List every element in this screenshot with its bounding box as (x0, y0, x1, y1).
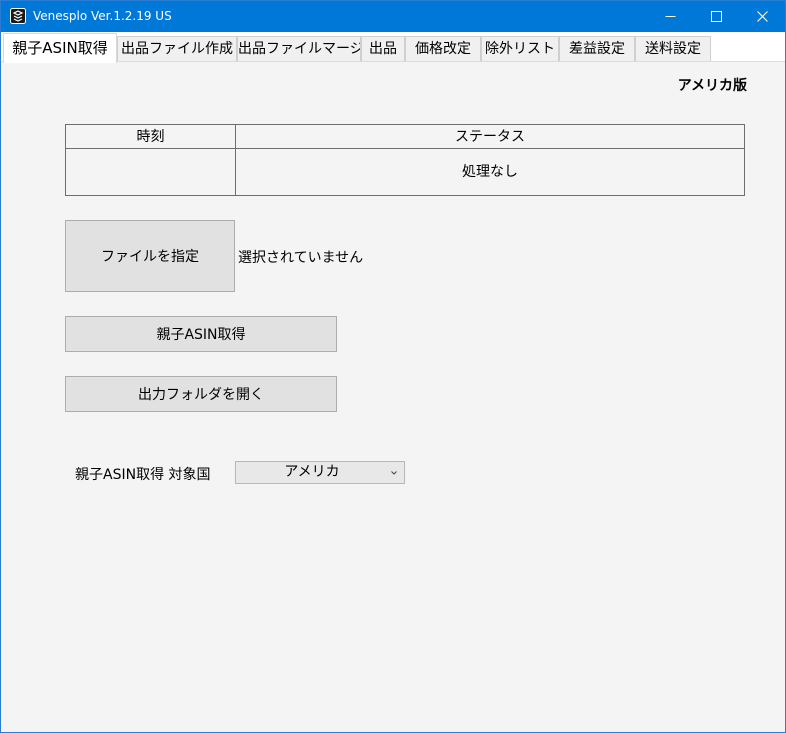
country-select-value: アメリカ (284, 464, 340, 480)
window-title: Venesplo Ver.1.2.19 US (33, 9, 172, 23)
tab-strip: 親子ASIN取得 出品ファイル作成 出品ファイルマージ 出品 価格改定 除外リス… (1, 32, 785, 63)
region-label: アメリカ版 (677, 78, 747, 94)
country-select[interactable]: アメリカ (235, 461, 405, 484)
maximize-button[interactable] (693, 1, 739, 32)
table-cell-time (66, 149, 236, 195)
title-bar[interactable]: Venesplo Ver.1.2.19 US (1, 1, 785, 32)
tab-listing-file-merge[interactable]: 出品ファイルマージ (237, 36, 361, 61)
app-logo-icon (10, 8, 26, 24)
tab-listing-file-create[interactable]: 出品ファイル作成 (117, 36, 237, 61)
tab-exclusion-list[interactable]: 除外リスト (481, 36, 559, 61)
close-button[interactable] (739, 1, 785, 32)
tab-margin-settings[interactable]: 差益設定 (559, 36, 635, 61)
table-cell-status: 処理なし (462, 164, 518, 180)
tab-shipping-settings[interactable]: 送料設定 (635, 36, 711, 61)
tab-price-revision[interactable]: 価格改定 (405, 36, 481, 61)
tab-listing[interactable]: 出品 (361, 36, 405, 61)
tab-divider (1, 61, 785, 62)
country-select-label: 親子ASIN取得 対象国 (75, 467, 211, 483)
fetch-parent-asin-button[interactable]: 親子ASIN取得 (65, 316, 337, 352)
maximize-icon (710, 11, 722, 22)
column-header-time: 時刻 (66, 125, 236, 149)
app-window: Venesplo Ver.1.2.19 US 親子ASIN取得 出品ファイル作成… (0, 0, 786, 733)
column-header-status: ステータス (236, 125, 744, 149)
minimize-button[interactable] (647, 1, 693, 32)
chevron-down-icon (391, 471, 397, 475)
minimize-icon (665, 16, 675, 17)
tab-parent-asin[interactable]: 親子ASIN取得 (3, 33, 117, 63)
select-file-button[interactable]: ファイルを指定 (65, 220, 235, 292)
file-status-text: 選択されていません (238, 250, 364, 266)
status-table: 時刻 ステータス 処理なし (65, 124, 745, 196)
close-icon (756, 11, 768, 22)
open-output-folder-button[interactable]: 出力フォルダを開く (65, 376, 337, 412)
